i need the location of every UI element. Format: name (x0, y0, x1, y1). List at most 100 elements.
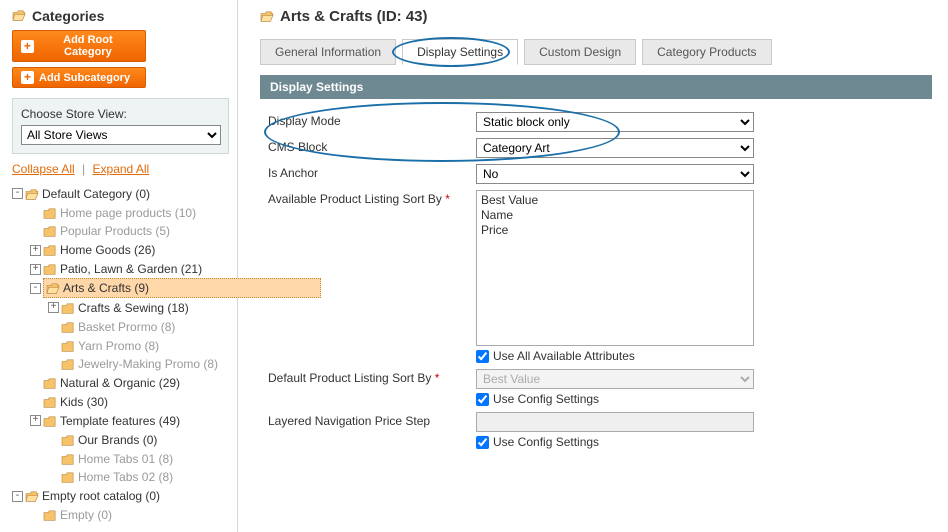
main-panel: Arts & Crafts (ID: 43) General Informati… (238, 0, 948, 532)
use-all-attributes-label: Use All Available Attributes (493, 349, 635, 363)
tree-spacer (30, 510, 41, 521)
expand-all-link[interactable]: Expand All (93, 162, 150, 176)
folder-icon (12, 10, 26, 22)
tree-node-label: Home Tabs 02 (8) (78, 468, 173, 486)
use-all-attributes-checkbox[interactable] (476, 350, 489, 363)
section-title: Display Settings (260, 75, 932, 99)
sort-by-label: Available Product Listing Sort By * (268, 190, 476, 206)
tree-node[interactable]: Home Tabs 02 (8) (61, 468, 173, 486)
tree-node-label: Home Goods (26) (60, 241, 155, 259)
tree-node[interactable]: Our Brands (0) (61, 431, 157, 449)
cms-block-select[interactable]: Category Art (476, 138, 754, 158)
tree-node[interactable]: Home Tabs 01 (8) (61, 450, 173, 468)
expand-icon[interactable]: + (30, 264, 41, 275)
price-step-input (476, 412, 754, 432)
tree-node[interactable]: Jewelry-Making Promo (8) (61, 355, 218, 373)
tree-spacer (30, 378, 41, 389)
tree-node[interactable]: Crafts & Sewing (18) (61, 299, 189, 317)
folder-icon (61, 358, 75, 370)
store-view-select[interactable]: All Store Views (21, 125, 221, 145)
plus-icon: + (21, 71, 34, 84)
tree-actions: Collapse All | Expand All (12, 162, 229, 176)
tree-node-label: Patio, Lawn & Garden (21) (60, 260, 202, 278)
tree-spacer (48, 340, 59, 351)
price-step-label: Layered Navigation Price Step (268, 412, 476, 428)
folder-icon (25, 188, 39, 200)
sidebar-title: Categories (12, 8, 229, 24)
folder-icon (43, 509, 57, 521)
display-settings-form: Display Mode Static block only CMS Block… (260, 99, 932, 452)
tree-spacer (48, 321, 59, 332)
tabs: General Information Display Settings Cus… (260, 39, 932, 65)
tab-display-settings[interactable]: Display Settings (402, 39, 518, 65)
page-title: Arts & Crafts (ID: 43) (260, 8, 932, 25)
folder-icon (43, 396, 57, 408)
expand-icon[interactable]: + (30, 245, 41, 256)
tab-general-information[interactable]: General Information (260, 39, 396, 65)
tree-node[interactable]: Yarn Promo (8) (61, 337, 159, 355)
store-view-box: Choose Store View: All Store Views (12, 98, 229, 154)
tree-node-label: Crafts & Sewing (18) (78, 299, 189, 317)
display-mode-select[interactable]: Static block only (476, 112, 754, 132)
tree-node[interactable]: Template features (49) (43, 412, 180, 430)
add-subcategory-button[interactable]: + Add Subcategory (12, 67, 146, 88)
expand-icon[interactable]: + (48, 302, 59, 313)
tree-spacer (48, 453, 59, 464)
tree-node-label: Empty (0) (60, 506, 112, 524)
tree-node-label: Empty root catalog (0) (42, 487, 160, 505)
tab-category-products[interactable]: Category Products (642, 39, 771, 65)
tree-node-label: Natural & Organic (29) (60, 374, 180, 392)
tree-spacer (48, 434, 59, 445)
tree-node-label: Basket Prormo (8) (78, 318, 175, 336)
folder-icon (61, 471, 75, 483)
is-anchor-select[interactable]: No (476, 164, 754, 184)
plus-icon: + (21, 40, 34, 53)
tree-node[interactable]: Kids (30) (43, 393, 108, 411)
tree-node[interactable]: Home page products (10) (43, 204, 196, 222)
tree-node[interactable]: Natural & Organic (29) (43, 374, 180, 392)
folder-icon (43, 415, 57, 427)
folder-icon (61, 302, 75, 314)
tree-node[interactable]: Patio, Lawn & Garden (21) (43, 260, 202, 278)
default-sort-use-config-checkbox[interactable] (476, 393, 489, 406)
expand-icon[interactable]: + (30, 415, 41, 426)
folder-icon (43, 207, 57, 219)
tree-node[interactable]: Default Category (0) (25, 185, 150, 203)
store-view-label: Choose Store View: (21, 107, 220, 121)
tree-node-label: Default Category (0) (42, 185, 150, 203)
folder-icon (61, 321, 75, 333)
tree-node[interactable]: Basket Prormo (8) (61, 318, 175, 336)
folder-icon (61, 434, 75, 446)
cms-block-label: CMS Block (268, 138, 476, 154)
is-anchor-label: Is Anchor (268, 164, 476, 180)
sidebar: Categories + Add Root Category + Add Sub… (0, 0, 238, 532)
folder-icon (43, 263, 57, 275)
folder-icon (260, 11, 274, 23)
add-root-category-button[interactable]: + Add Root Category (12, 30, 146, 62)
collapse-icon[interactable]: - (12, 491, 23, 502)
tree-node[interactable]: Popular Products (5) (43, 222, 170, 240)
sort-by-multiselect[interactable]: Best Value Name Price (476, 190, 754, 346)
sidebar-title-text: Categories (32, 8, 104, 24)
tree-node-label: Popular Products (5) (60, 222, 170, 240)
tree-spacer (30, 397, 41, 408)
folder-icon (43, 377, 57, 389)
tree-node-label: Arts & Crafts (9) (63, 279, 149, 297)
tab-custom-design[interactable]: Custom Design (524, 39, 636, 65)
collapse-icon[interactable]: - (12, 188, 23, 199)
price-step-use-config-checkbox[interactable] (476, 436, 489, 449)
tree-node[interactable]: Home Goods (26) (43, 241, 155, 259)
tree-node-label: Home page products (10) (60, 204, 196, 222)
collapse-icon[interactable]: - (30, 283, 41, 294)
display-mode-label: Display Mode (268, 112, 476, 128)
tree-spacer (30, 207, 41, 218)
tree-node[interactable]: Empty root catalog (0) (25, 487, 160, 505)
default-sort-label: Default Product Listing Sort By * (268, 369, 476, 385)
tree-spacer (48, 472, 59, 483)
category-tree: - Default Category (0)Home page products … (12, 184, 229, 524)
collapse-all-link[interactable]: Collapse All (12, 162, 75, 176)
tree-node-label: Yarn Promo (8) (78, 337, 159, 355)
tree-node[interactable]: Empty (0) (43, 506, 112, 524)
tree-spacer (30, 226, 41, 237)
tree-node-label: Our Brands (0) (78, 431, 157, 449)
